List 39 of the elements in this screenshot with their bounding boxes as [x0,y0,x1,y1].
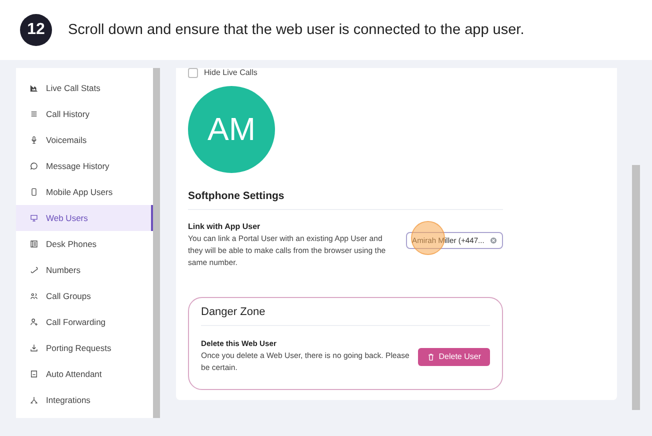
checkbox[interactable] [188,68,198,78]
trash-icon [426,352,435,360]
handset-icon [30,266,38,274]
sidebar-item[interactable]: Auto Attendant [16,361,153,387]
sidebar-item[interactable]: Call Forwarding [16,309,153,335]
person-icon [30,318,38,326]
chat-icon [30,162,38,170]
chart-icon [30,84,38,92]
phone-icon [30,188,38,196]
desk-icon [30,240,38,248]
sidebar-item[interactable]: Mobile App Users [16,179,153,205]
scrollbar-thumb[interactable] [632,165,640,410]
sidebar-item[interactable]: Numbers [16,257,153,283]
avatar: AM [188,86,275,173]
checkbox-label: Hide Live Calls [204,68,258,78]
step-instruction: Scroll down and ensure that the web user is connected to the app user. [68,22,524,38]
nodes-icon [30,396,38,404]
monitor-icon [30,214,38,222]
group-icon [30,292,38,300]
step-number: 12 [20,14,52,46]
delete-user-button[interactable]: Delete User [418,348,490,366]
sidebar-item[interactable]: Voicemails [16,127,153,153]
sidebar-item[interactable]: Live Call Stats [16,75,153,101]
sidebar-item[interactable]: Porting Requests [16,335,153,361]
sidebar-item[interactable]: Web Users [16,205,153,231]
sidebar-item[interactable]: Integrations [16,387,153,413]
scrollbar[interactable] [153,68,160,418]
attendant-icon [30,370,38,378]
list-icon [30,110,38,118]
danger-zone-title: Danger Zone [201,306,490,326]
download-icon [30,344,38,352]
sidebar-item[interactable]: Desk Phones [16,231,153,257]
sidebar-item[interactable]: Call Groups [16,283,153,309]
link-title: Link with App User [188,222,262,231]
mic-icon [30,136,38,144]
section-title: Softphone Settings [188,190,503,210]
clear-icon[interactable] [490,237,497,244]
sidebar-item[interactable]: Call History [16,101,153,127]
sidebar-item[interactable]: Message History [16,153,153,179]
